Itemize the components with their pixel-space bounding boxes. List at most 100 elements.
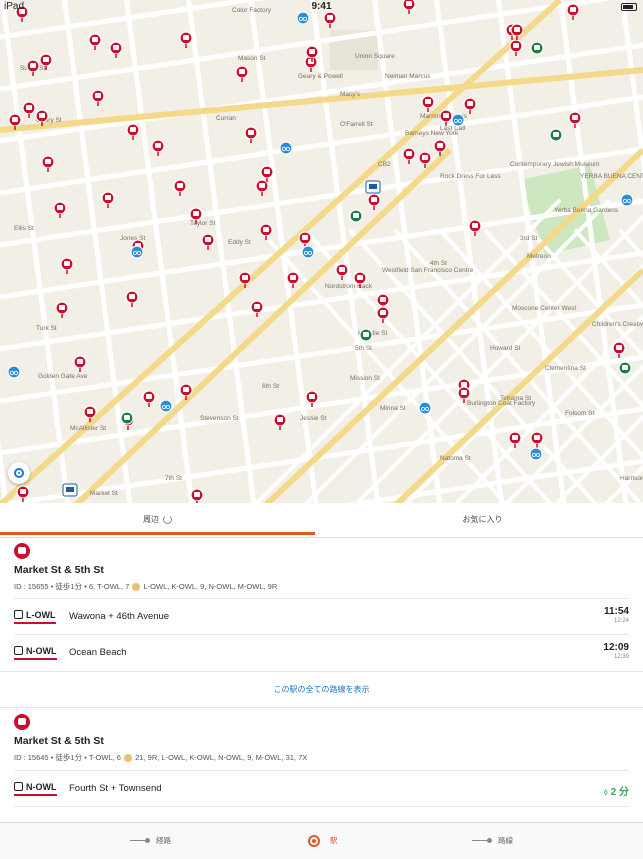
bus-stop-pin[interactable]	[402, 147, 416, 164]
map-label: Children's Creativity Museum	[592, 321, 643, 328]
bus-stop-pin[interactable]	[126, 123, 140, 140]
bus-stop-pin[interactable]	[235, 65, 249, 82]
bus-stop-pin[interactable]	[91, 89, 105, 106]
route-icon	[130, 838, 150, 844]
departure-row[interactable]: L-OWL Wawona + 46th Avenue 11:54 12:24	[14, 598, 629, 635]
bus-stop-pin[interactable]	[250, 300, 264, 317]
bus-stop-pin[interactable]	[22, 101, 36, 118]
bus-icon	[14, 782, 23, 791]
bus-stop-pin[interactable]	[109, 41, 123, 58]
nav-routes[interactable]: 経路	[130, 823, 171, 859]
nav-stations[interactable]: 駅	[308, 823, 338, 859]
coin-icon	[124, 754, 133, 763]
bus-stop-pin[interactable]	[367, 193, 381, 210]
station-card[interactable]: Market St & 5th St ID : 15655 • 徒歩1分 • 6…	[0, 537, 643, 707]
bus-stop-pin[interactable]	[201, 233, 215, 250]
status-time: 9:41	[311, 1, 332, 12]
bottom-nav: 経路 駅 路線	[0, 822, 643, 859]
map-label: Contemporary Jewish Museum	[510, 161, 600, 168]
bike-share-pin[interactable]	[418, 401, 432, 415]
bus-stop-pin[interactable]	[179, 31, 193, 48]
station-list[interactable]: Market St & 5th St ID : 15655 • 徒歩1分 • 6…	[0, 537, 643, 822]
map-label: Geary & Powell	[298, 73, 343, 80]
muni-stop-pin[interactable]	[549, 128, 563, 142]
destination: Wawona + 46th Avenue	[69, 611, 170, 622]
bus-stop-pin[interactable]	[508, 431, 522, 448]
station-card[interactable]: Market St & 5th St ID : 15645 • 徒歩1分 • T…	[0, 707, 643, 822]
muni-stop-pin[interactable]	[530, 41, 544, 55]
departure-time: 12:09 12:39	[603, 642, 629, 660]
bus-stop-pin[interactable]	[53, 201, 67, 218]
bus-stop-pin[interactable]	[151, 139, 165, 156]
battery-icon	[621, 3, 637, 11]
time-next: 12:24	[613, 618, 629, 624]
bus-stop-pin[interactable]	[101, 191, 115, 208]
map-label: 3rd St	[520, 235, 538, 242]
station-meta-a: ID : 15645 • 徒歩1分 • T-OWL, 6	[14, 753, 121, 762]
bus-stop-pin[interactable]	[323, 11, 337, 28]
bike-share-pin[interactable]	[301, 245, 315, 259]
bus-stop-pin[interactable]	[612, 341, 626, 358]
bus-stop-pin[interactable]	[421, 95, 435, 112]
map-view[interactable]: Color Factory Union Square Geary & Powell N…	[0, 0, 643, 503]
bus-stop-pin[interactable]	[255, 179, 269, 196]
map-label: 5th St	[355, 345, 372, 352]
coin-icon	[132, 583, 141, 592]
station-meta: ID : 15655 • 徒歩1分 • 6, T-OWL, 7 L-OWL, K…	[14, 581, 277, 592]
route-badge: L-OWL	[14, 610, 56, 624]
map-label: Folsom St	[565, 410, 594, 417]
bart-station-icon[interactable]	[365, 180, 381, 194]
bus-stop-pin[interactable]	[273, 413, 287, 430]
map-label: Westfield San Francisco Centre	[382, 267, 474, 274]
show-all-routes-link[interactable]: この駅の全ての路線を表示	[0, 671, 643, 708]
bus-stop-pin[interactable]	[41, 155, 55, 172]
nav-lines[interactable]: 路線	[472, 823, 513, 859]
bike-share-pin[interactable]	[279, 141, 293, 155]
bus-stop-pin[interactable]	[173, 179, 187, 196]
live-arrival: 2 分	[604, 783, 629, 798]
bus-stop-pin[interactable]	[26, 59, 40, 76]
map-canvas[interactable]: Color FactoryUnion SquareGeary & Powell N…	[0, 0, 643, 503]
tab-favorites[interactable]: お気に入り	[322, 503, 643, 537]
locate-me-button[interactable]	[8, 462, 30, 484]
map-label: Howard St	[490, 345, 521, 352]
bus-stop-pin[interactable]	[55, 301, 69, 318]
street	[0, 438, 9, 503]
map-label: Burlington Coat Factory	[467, 400, 536, 407]
bus-stop-pin[interactable]	[463, 97, 477, 114]
muni-stop-pin[interactable]	[618, 361, 632, 375]
bike-share-pin[interactable]	[451, 113, 465, 127]
bike-share-pin[interactable]	[130, 245, 144, 259]
bus-stop-pin[interactable]	[142, 390, 156, 407]
station-meta-b: 21, 9R, L-OWL, K-OWL, N-OWL, 9, M-OWL, 3…	[135, 753, 308, 762]
map-label: YERBA BUENA CENTER	[580, 173, 643, 180]
map-label: Yerba Buena Gardens	[554, 207, 619, 214]
map-label: Macy's	[340, 91, 361, 98]
refresh-icon[interactable]	[163, 515, 172, 525]
muni-stop-pin[interactable]	[359, 328, 373, 342]
map-label: Eddy St	[228, 239, 251, 246]
departure-row[interactable]: 9 分	[14, 806, 629, 822]
bus-stop-pin[interactable]	[73, 355, 87, 372]
bus-stop-pin[interactable]	[244, 126, 258, 143]
bus-stop-pin[interactable]	[60, 257, 74, 274]
route-badge: N-OWL	[14, 646, 57, 660]
departure-row[interactable]: N-OWL Ocean Beach 12:09 12:39	[14, 634, 629, 671]
bus-stop-pin[interactable]	[88, 33, 102, 50]
bart-station-icon[interactable]	[62, 483, 78, 497]
departure-time: 11:54 12:24	[604, 606, 629, 624]
bike-share-pin[interactable]	[7, 365, 21, 379]
muni-stop-pin[interactable]	[349, 209, 363, 223]
bus-stop-pin[interactable]	[509, 39, 523, 56]
map-label: 6th St	[262, 383, 279, 390]
bus-stop-pin[interactable]	[468, 219, 482, 236]
destination: Ocean Beach	[69, 647, 127, 658]
bike-share-pin[interactable]	[529, 447, 543, 461]
departure-row[interactable]: N-OWL Fourth St + Townsend 2 分	[14, 770, 629, 807]
bus-stop-pin[interactable]	[259, 223, 273, 240]
bike-share-pin[interactable]	[620, 193, 634, 207]
bike-share-pin[interactable]	[159, 399, 173, 413]
muni-stop-pin[interactable]	[120, 411, 134, 425]
bus-stop-pin[interactable]	[125, 290, 139, 307]
map-label: Natoma St	[440, 455, 471, 462]
